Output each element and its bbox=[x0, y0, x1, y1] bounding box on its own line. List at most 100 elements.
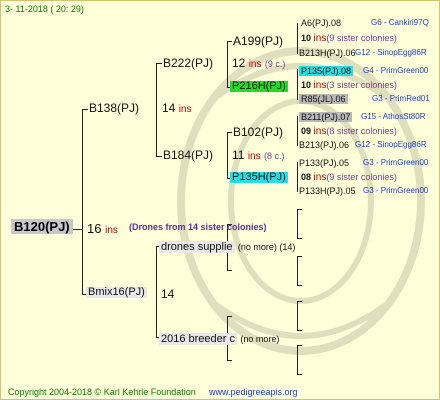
ins-label: ins bbox=[313, 33, 327, 44]
dam-sire-note: (no more) (14) bbox=[237, 242, 296, 252]
copyright-text: Copyright 2004-2018 © Karl Kehrle Founda… bbox=[8, 387, 196, 397]
ancestor-label: A6(PJ).08 bbox=[301, 18, 342, 28]
gen-number: 12 bbox=[232, 56, 246, 70]
sd-dam-queen[interactable]: P135H(PJ) bbox=[230, 172, 288, 183]
site-link[interactable]: www.pedigreeapis.org bbox=[209, 388, 298, 397]
dam-dam-node[interactable]: 2016 breeder c (no more) bbox=[159, 332, 279, 345]
dam-queen[interactable]: Bmix16(PJ) bbox=[86, 287, 147, 298]
sd-sire-generation: 09 ins(8 sister colonies) bbox=[301, 127, 397, 137]
sire-dam-queen[interactable]: B184(PJ) bbox=[163, 149, 213, 161]
ancestor-label: B211(PJ).07 bbox=[299, 112, 353, 122]
gen-number: 11 bbox=[232, 148, 245, 162]
ss-sire-generation: 10 ins(9 sister colonies) bbox=[301, 34, 397, 44]
root-gen-number: 16 bbox=[87, 221, 102, 236]
colonies-note: (3 sister colonies) bbox=[326, 80, 397, 90]
ss-dam-queen[interactable]: P216H(PJ) bbox=[230, 81, 288, 92]
connector bbox=[297, 256, 302, 257]
connector bbox=[297, 374, 302, 375]
connector bbox=[297, 209, 302, 210]
connector bbox=[297, 345, 302, 346]
connector bbox=[297, 238, 302, 239]
sire-dam-generation: 11 ins (8 c.) bbox=[232, 149, 284, 162]
connector bbox=[156, 246, 157, 338]
connector bbox=[297, 301, 298, 331]
connector bbox=[297, 23, 298, 54]
ancestor-label: P133H(PJ).05 bbox=[299, 186, 356, 196]
colonies-note: (9 c.) bbox=[264, 59, 286, 69]
connector bbox=[297, 256, 298, 286]
connector bbox=[297, 162, 298, 192]
ancestor-label: P135(PJ).08 bbox=[299, 66, 354, 76]
ancestor-group: G3 - PrimGreen00 bbox=[363, 186, 429, 195]
report-date: 3- 11-2018 ( 20: 29) bbox=[5, 4, 84, 14]
connector bbox=[156, 63, 162, 64]
dam-dam-note: (no more) bbox=[240, 334, 280, 344]
connector bbox=[297, 345, 298, 375]
ancestor-entry[interactable]: B213(PJ).06 G12 - SinopEgg86R bbox=[299, 140, 427, 150]
connector bbox=[297, 69, 298, 100]
dam-sire-node[interactable]: drones supplie (no more) (14) bbox=[159, 240, 295, 253]
sire-ins: ins bbox=[178, 104, 192, 115]
sire-sire-generation: 12 ins (9 c.) bbox=[232, 57, 285, 70]
ancestor-group: G15 - AthosSt80R bbox=[361, 112, 426, 121]
gen-number: 10 bbox=[301, 80, 312, 90]
gen-number: 10 bbox=[301, 33, 312, 43]
ancestor-label: B213(PJ).06 bbox=[299, 140, 350, 150]
ins-label: ins bbox=[248, 59, 262, 70]
ancestor-entry[interactable]: P133H(PJ).05 G3 - PrimGreen00 bbox=[299, 186, 428, 196]
connector bbox=[227, 41, 232, 42]
ancestor-label: R85(JL).06 bbox=[299, 94, 348, 104]
ins-label: ins bbox=[247, 151, 261, 162]
root-note: (Drones from 14 sister colonies) bbox=[129, 222, 267, 232]
sd-dam-generation: 08 ins(9 sister colonies) bbox=[301, 173, 397, 183]
root-generation: 16 ins bbox=[87, 222, 118, 236]
colonies-note: (8 c.) bbox=[263, 151, 285, 161]
connector bbox=[297, 285, 302, 286]
dam-gen-number: 14 bbox=[161, 287, 175, 301]
ancestor-entry[interactable]: A6(PJ).08 G6 - Cankiri97Q bbox=[301, 18, 429, 28]
connector bbox=[227, 270, 232, 271]
sire-generation: 14 ins bbox=[162, 102, 192, 115]
connector bbox=[227, 316, 232, 317]
colonies-note: (9 sister colonies) bbox=[326, 33, 397, 43]
gen-number: 09 bbox=[301, 126, 312, 136]
connector bbox=[82, 109, 83, 295]
ancestor-entry[interactable]: B211(PJ).07 G15 - AthosSt80R bbox=[299, 112, 425, 122]
connector bbox=[156, 156, 162, 157]
connector bbox=[227, 41, 228, 88]
root-queen[interactable]: B120(PJ) bbox=[11, 219, 73, 234]
ancestor-group: G3 - PrimRed01 bbox=[372, 94, 430, 103]
connector bbox=[227, 132, 228, 179]
connector bbox=[297, 209, 298, 239]
ancestor-label: P133(PJ).05 bbox=[299, 158, 350, 168]
ancestor-label: B213H(PJ).06 bbox=[299, 48, 356, 58]
ancestor-group: G4 - PrimGreen00 bbox=[363, 66, 429, 75]
connector bbox=[156, 63, 157, 156]
connector bbox=[82, 109, 88, 110]
ancestor-group: G3 - PrimGreen00 bbox=[363, 158, 429, 167]
root-ins: ins bbox=[105, 225, 118, 236]
ancestor-entry[interactable]: P135(PJ).08 G4 - PrimGreen00 bbox=[299, 66, 428, 76]
ss-sire-queen[interactable]: A199(PJ) bbox=[233, 35, 283, 47]
ancestor-entry[interactable]: P133(PJ).05 G3 - PrimGreen00 bbox=[299, 158, 428, 168]
sire-sire-queen[interactable]: B222(PJ) bbox=[163, 57, 213, 69]
ins-label: ins bbox=[313, 126, 327, 137]
ancestor-entry[interactable]: B213H(PJ).06 G12 - SinopEgg86R bbox=[299, 48, 427, 58]
connector bbox=[227, 132, 232, 133]
ss-dam-generation: 10 ins(3 sister colonies) bbox=[301, 81, 397, 91]
connector bbox=[297, 330, 302, 331]
colonies-note: (8 sister colonies) bbox=[326, 126, 397, 136]
ancestor-group: G6 - Cankiri97Q bbox=[371, 18, 429, 27]
dam-sire-label: drones supplie bbox=[159, 241, 235, 253]
ancestor-entry[interactable]: R85(JL).06 G3 - PrimRed01 bbox=[299, 94, 430, 104]
ins-label: ins bbox=[313, 80, 327, 91]
connector bbox=[297, 116, 298, 146]
connector bbox=[297, 301, 302, 302]
pedigree-canvas: 3- 11-2018 ( 20: 29) B120(PJ) 16 ins (Dr… bbox=[0, 0, 440, 400]
dam-dam-label: 2016 breeder c bbox=[159, 333, 237, 345]
bee-watermark bbox=[177, 47, 425, 355]
sire-queen[interactable]: B138(PJ) bbox=[89, 102, 139, 114]
sd-sire-queen[interactable]: B102(PJ) bbox=[233, 126, 283, 138]
ancestor-group: G12 - SinopEgg86R bbox=[355, 48, 427, 57]
gen-number: 08 bbox=[301, 172, 312, 182]
